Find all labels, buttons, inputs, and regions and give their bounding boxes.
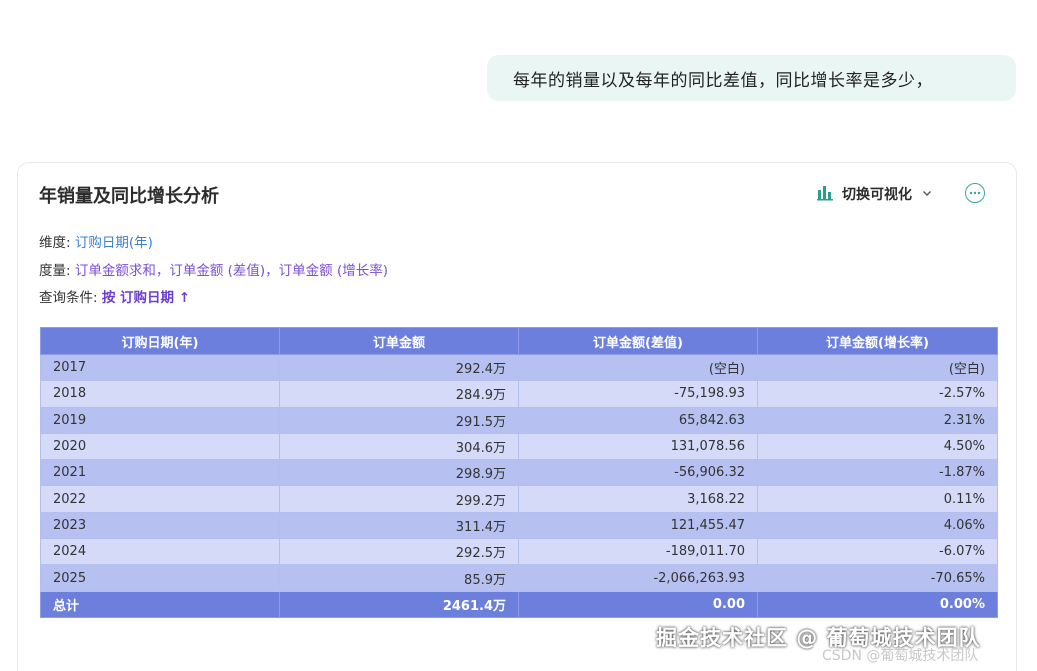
table-cell: -189,011.70 [518,538,758,566]
condition-label: 查询条件: [39,290,98,306]
measure-label: 度量: [39,263,71,279]
table-cell: 2023 [40,511,280,540]
table-cell: 2022 [40,485,280,513]
table-cell: 292.5万 [279,538,519,566]
table-cell: 2021 [40,459,280,487]
measure-line: 度量: 订单金额求和，订单金额 (差值)，订单金额 (增长率) [39,259,388,279]
dimension-line: 维度: 订购日期(年) [39,231,153,251]
table-total-row: 总计 2461.4万 0.00 0.00% [40,590,998,618]
table-cell: 4.50% [757,432,998,461]
table-cell: 2025 [40,564,280,592]
table-cell: -70.65% [757,564,998,592]
table-row: 2019 291.5万 65,842.63 2.31% [40,406,998,434]
table-cell: 2018 [40,380,280,408]
table-cell: 291.5万 [279,406,519,434]
table-cell: 2024 [40,538,280,566]
table-cell: 3,168.22 [518,485,758,513]
table-row: 2024 292.5万 -189,011.70 -6.07% [40,538,998,566]
table-cell: 0.11% [757,485,998,513]
table-cell: 65,842.63 [518,406,758,434]
table-row: 2020 304.6万 131,078.56 4.50% [40,432,998,461]
table-header-row: 订购日期(年) 订单金额 订单金额(差值) 订单金额(增长率) [40,327,998,355]
switch-visualization-button[interactable]: 切换可视化 [816,183,932,205]
result-card: 年销量及同比增长分析 切换可视化 维度: 订购日期(年) 度量: 订单金额求和，… [17,162,1017,671]
table-cell: -2.57% [757,380,998,408]
dimension-label: 维度: [39,235,71,251]
table-cell: 2.31% [757,406,998,434]
table-cell: 311.4万 [279,511,519,540]
table-cell: 2020 [40,432,280,461]
table-cell: 292.4万 [279,353,519,382]
page: 每年的销量以及每年的同比差值，同比增长率是多少， 年销量及同比增长分析 切换可视… [0,0,1037,671]
chevron-down-icon [922,188,932,201]
user-question-bubble: 每年的销量以及每年的同比差值，同比增长率是多少， [487,55,1016,101]
table-cell: 131,078.56 [518,432,758,461]
table-cell: (空白) [757,353,998,382]
table-cell: -2,066,263.93 [518,564,758,592]
column-header[interactable]: 订单金额(差值) [518,327,758,355]
table-row: 2023 311.4万 121,455.47 4.06% [40,511,998,540]
table-row: 2017 292.4万 (空白) (空白) [40,353,998,382]
result-table: 订购日期(年) 订单金额 订单金额(差值) 订单金额(增长率) 2017 292… [40,327,998,618]
table-cell: -6.07% [757,538,998,566]
user-question-text: 每年的销量以及每年的同比差值，同比增长率是多少， [513,70,933,91]
column-header[interactable]: 订购日期(年) [40,327,280,355]
table-row: 2018 284.9万 -75,198.93 -2.57% [40,380,998,408]
table-cell: 2017 [40,353,280,382]
table-cell: -56,906.32 [518,459,758,487]
switch-visualization-label: 切换可视化 [842,187,912,203]
total-cell: 总计 [40,590,280,618]
watermark-csdn: CSDN @葡萄城技术团队 [822,648,979,664]
card-title: 年销量及同比增长分析 [39,186,219,207]
condition-line: 查询条件: 按 订购日期 ↑ [39,286,190,306]
table-cell: 2019 [40,406,280,434]
total-cell: 2461.4万 [279,590,519,618]
condition-value: 按 订购日期 ↑ [101,290,191,306]
table-row: 2022 299.2万 3,168.22 0.11% [40,485,998,513]
total-cell: 0.00% [757,590,998,618]
column-header[interactable]: 订单金额(增长率) [757,327,998,355]
table-cell: 4.06% [757,511,998,540]
table-cell: 85.9万 [279,564,519,592]
dimension-value: 订购日期(年) [74,235,153,251]
table-cell: 284.9万 [279,380,519,408]
table-row: 2021 298.9万 -56,906.32 -1.87% [40,459,998,487]
bar-chart-icon [816,183,834,205]
measure-value: 订单金额求和，订单金额 (差值)，订单金额 (增长率) [74,263,389,279]
table-row: 2025 85.9万 -2,066,263.93 -70.65% [40,564,998,592]
table-cell: 299.2万 [279,485,519,513]
total-cell: 0.00 [518,590,758,618]
more-icon[interactable] [965,183,985,203]
table-cell: 121,455.47 [518,511,758,540]
table-cell: 298.9万 [279,459,519,487]
table-cell: -1.87% [757,459,998,487]
column-header[interactable]: 订单金额 [279,327,519,355]
table-cell: (空白) [518,353,758,382]
table-cell: -75,198.93 [518,380,758,408]
table-cell: 304.6万 [279,432,519,461]
